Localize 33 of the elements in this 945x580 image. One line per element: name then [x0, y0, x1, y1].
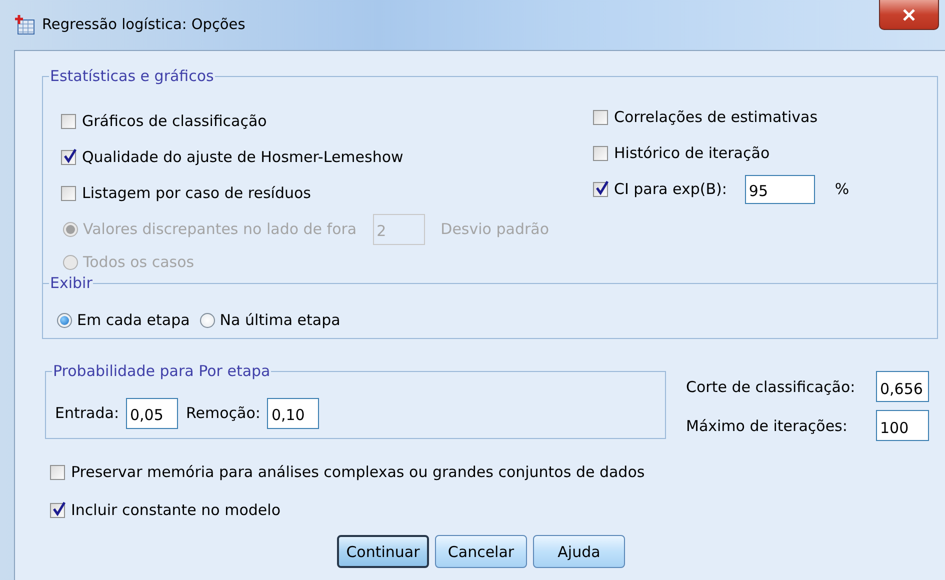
checkbox[interactable]: CI para exp(B):	[593, 180, 727, 198]
radio-button[interactable]: Em cada etapa	[57, 311, 190, 329]
checkbox[interactable]: Listagem por caso de resíduos	[61, 184, 311, 202]
group-title: Probabilidade para Por etapa	[52, 362, 272, 380]
field-label: Remoção:	[186, 404, 260, 422]
checkmark-icon	[62, 148, 78, 164]
unit-label: %	[834, 180, 850, 198]
checkbox[interactable]: Preservar memória para análises complexas ou grandes conjuntos de dados	[50, 463, 645, 481]
field-label: Corte de classificação:	[686, 378, 856, 396]
input-field[interactable]: 0,05	[126, 398, 178, 428]
checkbox[interactable]: Histórico de iteração	[593, 144, 770, 162]
field-label: Máximo de iterações:	[686, 416, 848, 434]
group-title: Estatísticas e gráficos	[49, 67, 215, 85]
dialog-button[interactable]: Ajuda	[533, 535, 625, 568]
checkbox[interactable]: Correlações de estimativas	[593, 108, 818, 126]
dialog-button[interactable]: Cancelar	[435, 535, 527, 568]
checkmark-icon	[51, 500, 67, 516]
close-icon	[902, 8, 916, 20]
checkmark-icon	[594, 180, 610, 196]
checkbox[interactable]: Incluir constante no modelo	[50, 501, 280, 519]
input-field[interactable]: 0,10	[267, 398, 320, 428]
close-button[interactable]	[879, 0, 939, 30]
checkbox[interactable]: Gráficos de classificação	[61, 112, 267, 130]
input-field[interactable]: 100	[876, 410, 929, 441]
app-icon	[14, 14, 36, 36]
input-field[interactable]: 0,656	[876, 371, 929, 402]
field-label: Entrada:	[55, 404, 119, 422]
window-title: Regressão logística: Opções	[42, 17, 246, 33]
radio-button[interactable]: Na última etapa	[200, 311, 340, 329]
checkbox[interactable]: Qualidade do ajuste de Hosmer-Lemeshow	[61, 148, 404, 166]
input-field[interactable]: 95	[744, 174, 815, 204]
dialog-button[interactable]: Continuar	[337, 535, 429, 568]
unit-label: Desvio padrão	[440, 220, 549, 238]
